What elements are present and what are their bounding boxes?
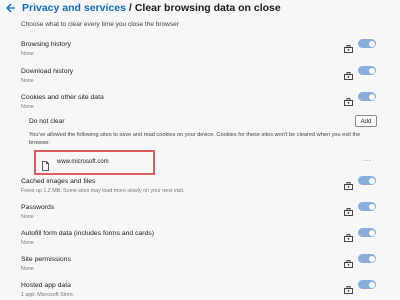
do-not-clear-label: Do not clear bbox=[29, 118, 65, 125]
setting-subtitle: None bbox=[21, 240, 34, 246]
setting-subtitle: None bbox=[21, 104, 34, 110]
cookies-toggle[interactable] bbox=[358, 92, 376, 101]
setting-subtitle: None bbox=[21, 78, 34, 84]
setting-title: Passwords bbox=[21, 204, 55, 211]
site-url: www.microsoft.com bbox=[57, 159, 109, 165]
passwords-toggle[interactable] bbox=[358, 202, 376, 211]
managed-policy-icon bbox=[344, 67, 353, 80]
setting-row-passwords: Passwords None bbox=[21, 202, 377, 220]
managed-policy-icon bbox=[344, 93, 353, 106]
setting-row-site-permissions: Site permissions None bbox=[21, 254, 377, 272]
setting-title: Browsing history bbox=[21, 41, 71, 48]
setting-title: Download history bbox=[21, 68, 74, 75]
managed-policy-icon bbox=[344, 255, 353, 268]
cached-images-toggle[interactable] bbox=[358, 176, 376, 185]
back-arrow-icon[interactable] bbox=[6, 3, 16, 13]
site-list-item: www.microsoft.com bbox=[34, 150, 155, 175]
managed-policy-icon bbox=[344, 40, 353, 53]
site-permissions-toggle[interactable] bbox=[358, 254, 376, 263]
setting-subtitle: 1 app: Microsoft Store. bbox=[21, 292, 75, 298]
breadcrumb-privacy-link[interactable]: Privacy and services bbox=[22, 2, 126, 14]
setting-row-browsing-history: Browsing history None bbox=[21, 39, 377, 57]
setting-row-hosted-app-data: Hosted app data 1 app: Microsoft Store. bbox=[21, 280, 377, 298]
autofill-toggle[interactable] bbox=[358, 228, 376, 237]
setting-subtitle: None bbox=[21, 266, 34, 272]
setting-title: Cookies and other site data bbox=[21, 94, 104, 101]
page-subtitle: Choose what to clear every time you clos… bbox=[21, 21, 179, 28]
managed-policy-icon bbox=[344, 177, 353, 190]
setting-row-cookies: Cookies and other site data None bbox=[21, 92, 377, 110]
download-history-toggle[interactable] bbox=[358, 66, 376, 75]
file-icon bbox=[42, 158, 49, 171]
setting-subtitle: Frees up 1.2 MB. Some sites may load mor… bbox=[21, 188, 185, 194]
hosted-app-data-toggle[interactable] bbox=[358, 280, 376, 289]
setting-row-download-history: Download history None bbox=[21, 66, 377, 84]
add-site-button[interactable]: Add bbox=[355, 115, 377, 127]
managed-policy-icon bbox=[344, 203, 353, 216]
do-not-clear-info: You've allowed the following sites to sa… bbox=[29, 132, 361, 146]
setting-title: Autofill form data (includes forms and c… bbox=[21, 230, 154, 237]
managed-policy-icon bbox=[344, 281, 353, 294]
managed-policy-icon bbox=[344, 229, 353, 242]
browsing-history-toggle[interactable] bbox=[358, 39, 376, 48]
breadcrumb-separator: / bbox=[128, 2, 132, 14]
setting-row-cached-images: Cached images and files Frees up 1.2 MB.… bbox=[21, 176, 377, 194]
page-title: Clear browsing data on close bbox=[134, 2, 281, 14]
more-options-icon[interactable]: ... bbox=[363, 156, 372, 163]
setting-subtitle: None bbox=[21, 214, 34, 220]
setting-title: Site permissions bbox=[21, 256, 71, 263]
setting-row-autofill: Autofill form data (includes forms and c… bbox=[21, 228, 377, 246]
setting-subtitle: None bbox=[21, 51, 34, 57]
header: Privacy and services / Clear browsing da… bbox=[6, 1, 281, 15]
setting-title: Hosted app data bbox=[21, 282, 71, 289]
setting-title: Cached images and files bbox=[21, 178, 96, 185]
